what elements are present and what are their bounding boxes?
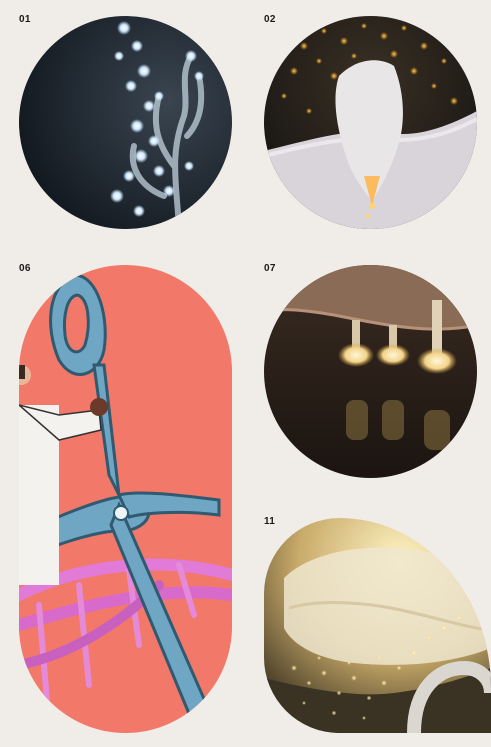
item-label-02: 02 [264,14,276,25]
gallery-item-02[interactable] [264,16,477,229]
gallery-item-01[interactable] [19,16,232,229]
scissors-pivot-icon [113,505,129,521]
item-label-11: 11 [264,516,276,527]
item-label-06: 06 [19,263,31,274]
gallery-item-11[interactable] [264,518,491,733]
gallery-item-06[interactable] [19,265,232,733]
erupting-cell-particles-image [264,16,477,229]
scissors-dna-illustration-image [19,265,232,733]
item-label-07: 07 [264,263,276,274]
glowing-membrane-particles-image [264,518,491,733]
gallery-item-07[interactable] [264,265,477,478]
glowing-bulbs-under-membrane-image [264,265,477,478]
glowing-coral-tree-image [19,16,232,229]
item-label-01: 01 [19,14,31,25]
